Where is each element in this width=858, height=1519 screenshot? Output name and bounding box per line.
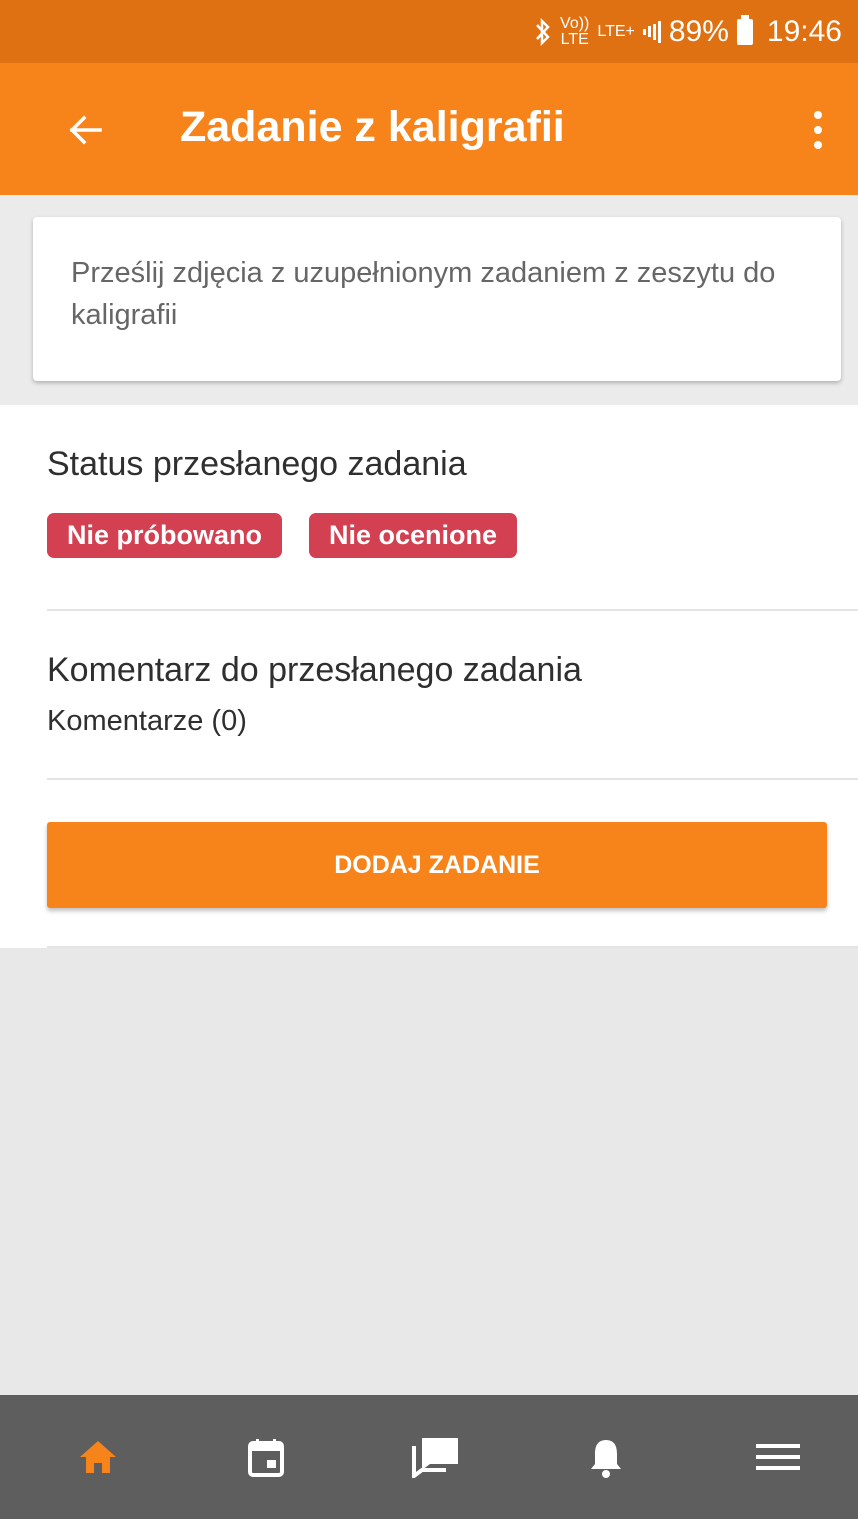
volte-indicator: Vo)) LTE <box>560 14 590 48</box>
status-badge-grade: Nie ocenione <box>309 513 518 558</box>
divider <box>47 609 858 611</box>
messages-icon[interactable] <box>412 1433 460 1481</box>
divider <box>47 778 858 780</box>
home-icon[interactable] <box>74 1433 122 1481</box>
comment-heading: Komentarz do przesłanego zadania <box>47 651 582 689</box>
signal-icon <box>642 20 661 43</box>
add-task-button[interactable]: DODAJ ZADANIE <box>47 822 827 908</box>
status-badge-attempt: Nie próbowano <box>47 513 282 558</box>
lte-indicator: LTE+ <box>597 22 635 40</box>
app-bar: Zadanie z kaligrafii <box>0 63 858 195</box>
battery-percent: 89% <box>668 14 729 48</box>
battery-icon-wrap <box>736 14 759 45</box>
status-bar: Vo)) LTE LTE+ 89% 19:46 <box>0 0 858 63</box>
bottom-nav <box>0 1395 858 1519</box>
page-title: Zadanie z kaligrafii <box>180 103 565 151</box>
more-vert-icon[interactable] <box>800 105 836 155</box>
menu-icon[interactable] <box>754 1433 802 1481</box>
task-description-card: Prześlij zdjęcia z uzupełnionym zadaniem… <box>33 217 841 381</box>
bluetooth-icon <box>534 17 552 46</box>
status-badges: Nie próbowano Nie ocenione <box>47 513 518 558</box>
clock: 19:46 <box>766 14 842 48</box>
arrow-left-icon[interactable] <box>60 105 110 155</box>
description-area: Prześlij zdjęcia z uzupełnionym zadaniem… <box>0 195 858 405</box>
task-description: Prześlij zdjęcia z uzupełnionym zadaniem… <box>71 257 776 331</box>
calendar-icon[interactable] <box>242 1433 290 1481</box>
status-heading: Status przesłanego zadania <box>47 445 467 483</box>
divider <box>47 946 858 948</box>
bell-icon[interactable] <box>582 1433 630 1481</box>
task-content: Status przesłanego zadania Nie próbowano… <box>0 405 858 948</box>
comments-link[interactable]: Komentarze (0) <box>47 705 247 738</box>
battery-icon <box>736 14 753 45</box>
